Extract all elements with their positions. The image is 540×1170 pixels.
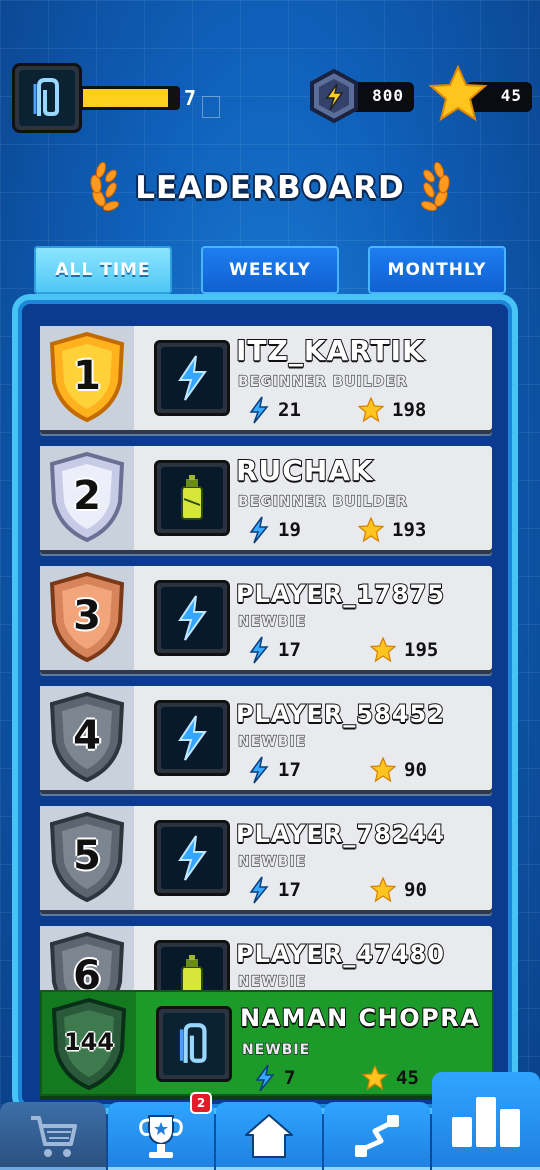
player-title: NEWBIE <box>241 1041 311 1058</box>
stars-stat: 195 <box>370 636 438 664</box>
tab-all-time[interactable]: ALL TIME <box>34 246 172 294</box>
avatar <box>154 580 230 656</box>
leaderboard-row[interactable]: 2 RUCHAK BEGINNER BUILDER 19 193 <box>40 446 492 550</box>
energy-stat: 17 <box>248 636 301 664</box>
energy-stat: 21 <box>248 396 301 424</box>
player-title: NEWBIE <box>237 613 307 630</box>
rank-number: 144 <box>63 1028 115 1056</box>
star-icon <box>358 517 384 543</box>
avatar <box>154 820 230 896</box>
home-icon <box>245 1114 293 1158</box>
player-title: NEWBIE <box>237 733 307 750</box>
tab-monthly[interactable]: MONTHLY <box>368 246 506 294</box>
player-name: PLAYER_78244 <box>235 819 445 849</box>
title-banner: LEADERBOARD <box>0 160 540 216</box>
page-title: LEADERBOARD <box>135 170 405 206</box>
bolt-icon <box>249 516 269 544</box>
leaderboard-list[interactable]: 1 ITZ_KARTIK BEGINNER BUILDER 21 198 2 R… <box>30 316 500 1106</box>
rank-number: 1 <box>73 353 101 399</box>
path-icon <box>355 1115 399 1157</box>
nav-shop[interactable] <box>0 1102 106 1170</box>
stars-stat: 198 <box>358 396 426 424</box>
stars-stat: 193 <box>358 516 426 544</box>
laurel-left-icon <box>90 161 120 212</box>
bolt-icon <box>255 1064 275 1092</box>
leaderboard-row[interactable]: 5 PLAYER_78244 NEWBIE 17 90 <box>40 806 492 910</box>
player-title: NEWBIE <box>237 853 307 870</box>
avatar <box>154 340 230 416</box>
player-level: 7 <box>184 86 197 110</box>
rank-number: 4 <box>73 713 101 759</box>
nav-path[interactable] <box>324 1102 430 1170</box>
rank-number: 5 <box>73 833 101 879</box>
lightning-icon <box>161 827 223 889</box>
lightning-icon <box>161 347 223 409</box>
leaderboard-row[interactable]: 1 ITZ_KARTIK BEGINNER BUILDER 21 198 <box>40 326 492 430</box>
spray-can-icon <box>161 467 223 529</box>
current-user-row[interactable]: 144 NAMAN CHOPRA NEWBIE 7 45 <box>40 990 494 1096</box>
avatar <box>156 1006 232 1082</box>
player-avatar[interactable] <box>12 63 82 133</box>
nav-leaderboard[interactable] <box>432 1072 540 1170</box>
star-icon <box>358 397 384 423</box>
bottom-navigation: 2 <box>0 1072 540 1170</box>
leaderboard-row[interactable]: 3 PLAYER_17875 NEWBIE 17 195 <box>40 566 492 670</box>
star-icon <box>428 64 488 122</box>
stars-stat: 45 <box>362 1064 419 1092</box>
stars-stat: 90 <box>370 876 427 904</box>
energy-icon <box>310 68 358 124</box>
bolt-icon <box>249 636 269 664</box>
energy-stat: 19 <box>248 516 301 544</box>
paperclip-icon <box>163 1013 225 1075</box>
energy-stat: 7 <box>254 1064 295 1092</box>
paperclip-icon <box>19 70 75 126</box>
avatar <box>154 460 230 536</box>
player-name: ITZ_KARTIK <box>235 333 425 368</box>
player-name: RUCHAK <box>235 453 374 488</box>
player-title: BEGINNER BUILDER <box>237 373 408 390</box>
star-icon <box>370 877 396 903</box>
player-title: BEGINNER BUILDER <box>237 493 408 510</box>
avatar <box>154 700 230 776</box>
star-icon <box>370 637 396 663</box>
stars-value: 45 <box>500 86 522 105</box>
player-name: PLAYER_58452 <box>235 699 445 729</box>
notification-badge: 2 <box>190 1092 212 1114</box>
shop-icon <box>31 1116 77 1157</box>
leaderboard-icon <box>452 1097 520 1147</box>
player-name: PLAYER_17875 <box>235 579 445 609</box>
player-name: NAMAN CHOPRA <box>239 1003 481 1033</box>
nav-home[interactable] <box>216 1102 322 1170</box>
player-name: PLAYER_47480 <box>235 939 445 969</box>
laurel-right-icon <box>420 161 450 212</box>
xp-progress-bar <box>80 86 180 110</box>
lightning-icon <box>161 587 223 649</box>
tab-weekly[interactable]: WEEKLY <box>201 246 339 294</box>
bolt-icon <box>249 756 269 784</box>
star-icon <box>362 1065 388 1091</box>
energy-stat: 17 <box>248 756 301 784</box>
leaderboard-row[interactable]: 4 PLAYER_58452 NEWBIE 17 90 <box>40 686 492 790</box>
rank-number: 3 <box>73 593 101 639</box>
bolt-icon <box>249 876 269 904</box>
trophy-icon <box>139 1115 183 1158</box>
energy-value: 800 <box>372 86 404 105</box>
star-icon <box>370 757 396 783</box>
player-title: NEWBIE <box>237 973 307 990</box>
lightning-icon <box>161 707 223 769</box>
stars-stat: 90 <box>370 756 427 784</box>
rank-number: 2 <box>73 473 101 519</box>
bolt-icon <box>249 396 269 424</box>
level-frame <box>202 96 220 118</box>
energy-stat: 17 <box>248 876 301 904</box>
